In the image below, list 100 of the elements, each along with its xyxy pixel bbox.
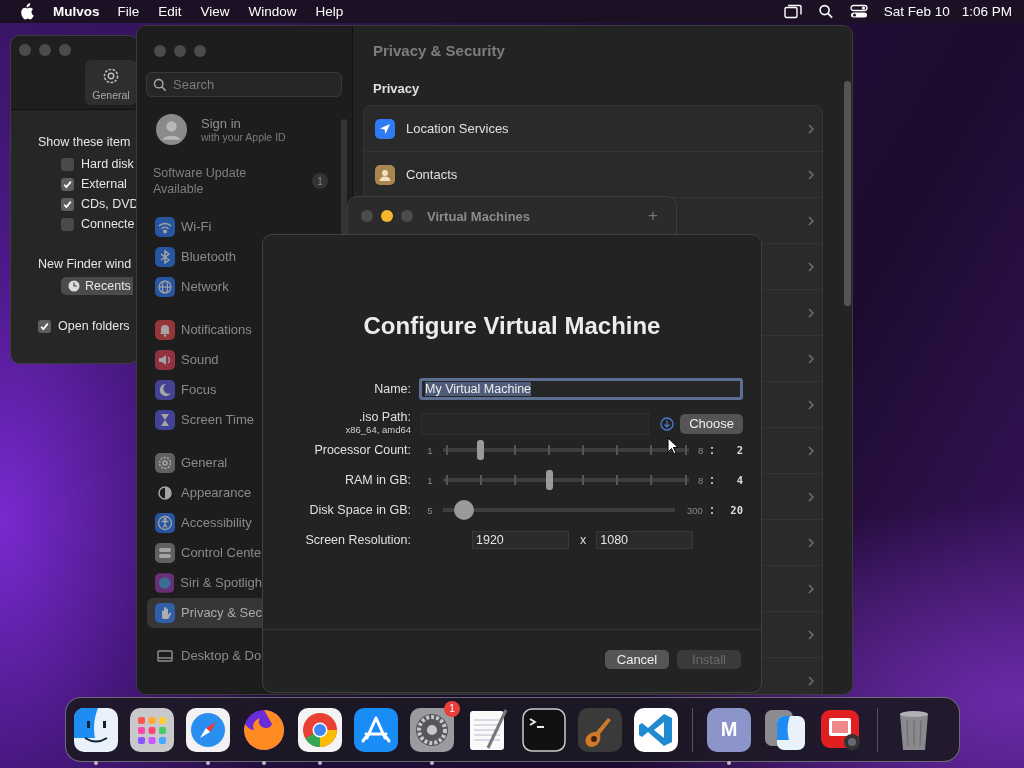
field-label: .iso Path: bbox=[358, 410, 411, 424]
terminal-icon[interactable] bbox=[522, 707, 566, 752]
width-field[interactable]: 1920 bbox=[472, 531, 569, 549]
download-icon[interactable] bbox=[660, 416, 674, 431]
app-menu[interactable]: Mulvos bbox=[53, 4, 100, 19]
add-button[interactable]: + bbox=[648, 209, 658, 223]
chevron-icon bbox=[808, 537, 814, 548]
checkbox-label: Hard disk bbox=[81, 157, 134, 171]
slider-value: 20 bbox=[729, 504, 743, 516]
chevron-icon bbox=[808, 491, 814, 502]
separator-text: : bbox=[709, 503, 715, 517]
checkbox[interactable] bbox=[61, 217, 74, 231]
sidebar-item[interactable]: Focus bbox=[147, 374, 262, 405]
photo-camera-icon[interactable] bbox=[819, 707, 863, 752]
menu-item[interactable]: File bbox=[117, 4, 140, 19]
chevron-icon bbox=[808, 261, 814, 272]
sidebar-item[interactable]: Desktop & Do bbox=[147, 640, 262, 671]
section-heading: Privacy bbox=[373, 81, 420, 96]
hand-icon bbox=[155, 602, 175, 623]
scroll-bar[interactable] bbox=[844, 81, 851, 306]
chevron-icon bbox=[808, 445, 814, 456]
wifi-icon bbox=[155, 216, 175, 237]
sidebar-item[interactable]: Appearance bbox=[147, 477, 262, 508]
checkbox[interactable] bbox=[61, 197, 74, 211]
settings-row[interactable]: Location Services bbox=[364, 106, 822, 152]
name-field[interactable]: My Virtual Machine bbox=[419, 378, 743, 400]
sidebar-item[interactable]: Siri & Spotligh bbox=[147, 567, 262, 598]
dialog-title: Configure Virtual Machine bbox=[362, 311, 662, 341]
app-icon[interactable]: M bbox=[707, 707, 751, 752]
separator-text: x bbox=[580, 533, 587, 547]
app-store-icon[interactable] bbox=[354, 707, 398, 752]
avatar-icon[interactable] bbox=[156, 114, 187, 145]
guitar-icon[interactable] bbox=[578, 707, 622, 752]
dialog-button[interactable]: Cancel bbox=[605, 649, 669, 669]
chevron-icon bbox=[808, 169, 814, 180]
menu-item[interactable]: Edit bbox=[158, 4, 182, 19]
sign-in-subtitle: with your Apple ID bbox=[201, 131, 286, 143]
apple-logo-icon[interactable] bbox=[19, 3, 34, 20]
finder-faces-icon[interactable] bbox=[763, 707, 807, 752]
sidebar-item[interactable]: Network bbox=[147, 271, 262, 302]
checkbox-label: Connecte bbox=[81, 217, 135, 231]
sidebar-item[interactable]: General bbox=[147, 447, 262, 478]
hourglass-icon bbox=[155, 409, 175, 430]
update-notice[interactable]: Software Update Available bbox=[153, 165, 273, 198]
chevron-icon bbox=[808, 123, 814, 134]
person-icon bbox=[375, 164, 395, 185]
orb-icon bbox=[155, 572, 175, 593]
separator-text: : bbox=[709, 443, 715, 457]
field-label: Name: bbox=[373, 381, 411, 398]
code-editor-icon[interactable] bbox=[634, 707, 678, 752]
sidebar-item[interactable]: Sound bbox=[147, 344, 262, 375]
section-label: Show these item bbox=[38, 135, 131, 149]
menu-item[interactable]: Help bbox=[315, 4, 344, 19]
finder-face-icon[interactable] bbox=[74, 707, 118, 752]
windows-icon[interactable] bbox=[783, 4, 802, 19]
window-title: Virtual Machines bbox=[427, 209, 531, 224]
toggles-icon bbox=[155, 542, 175, 563]
sidebar-item[interactable]: Accessibility bbox=[147, 507, 262, 538]
checkbox[interactable] bbox=[61, 177, 74, 191]
menu-item[interactable]: View bbox=[200, 4, 230, 19]
chevron-icon bbox=[808, 215, 814, 226]
field-label: Disk Space in GB: bbox=[308, 502, 411, 519]
slider-max-label: 8 bbox=[697, 444, 705, 456]
date-text[interactable]: Sat Feb 10 bbox=[883, 4, 950, 19]
field-label: Screen Resolution: bbox=[304, 532, 411, 549]
height-field[interactable]: 1080 bbox=[596, 531, 694, 549]
bell-icon bbox=[155, 319, 175, 340]
accessibility-icon bbox=[155, 512, 175, 533]
chrome-wheel-icon[interactable] bbox=[298, 707, 342, 752]
moon-icon bbox=[155, 379, 175, 400]
slider-min-label: 5 bbox=[426, 504, 434, 516]
sign-in-link[interactable]: Sign in bbox=[201, 116, 286, 131]
slider-value: 4 bbox=[735, 474, 743, 486]
separator-text: : bbox=[709, 473, 715, 487]
search-icon[interactable] bbox=[816, 4, 835, 19]
bluetooth-icon bbox=[155, 246, 175, 267]
checkbox-label: Open folders bbox=[58, 319, 130, 333]
minimize-button[interactable] bbox=[381, 210, 393, 222]
slider-max-label: 8 bbox=[697, 474, 705, 486]
time-text[interactable]: 1:06 PM bbox=[961, 4, 1012, 19]
checkbox[interactable] bbox=[38, 319, 51, 333]
sidebar-item[interactable]: Wi-Fi bbox=[147, 211, 262, 242]
control-center-icon[interactable] bbox=[849, 4, 868, 19]
general-tab[interactable]: General bbox=[85, 60, 137, 105]
sidebar-item[interactable]: Screen Time bbox=[147, 404, 262, 435]
search-field[interactable]: Search bbox=[146, 72, 342, 97]
menu-item[interactable]: Window bbox=[248, 4, 297, 19]
fox-globe-icon[interactable] bbox=[242, 707, 286, 752]
choose-button[interactable]: Choose bbox=[680, 413, 743, 434]
sidebar-item[interactable]: Notifications bbox=[147, 314, 262, 345]
app-grid-icon[interactable] bbox=[130, 707, 174, 752]
slider-min-label: 1 bbox=[426, 444, 434, 456]
field-hint: x86_64, amd64 bbox=[345, 424, 411, 435]
checkbox[interactable] bbox=[61, 157, 74, 171]
sidebar-item[interactable]: Control Cente bbox=[147, 537, 262, 568]
folder-popup[interactable]: Recents bbox=[61, 277, 133, 295]
sidebar-item[interactable]: Privacy & Sec bbox=[147, 597, 262, 628]
sidebar-item[interactable]: Bluetooth bbox=[147, 241, 262, 272]
field-value: My Virtual Machine bbox=[425, 382, 532, 396]
compass-icon[interactable] bbox=[186, 707, 230, 752]
